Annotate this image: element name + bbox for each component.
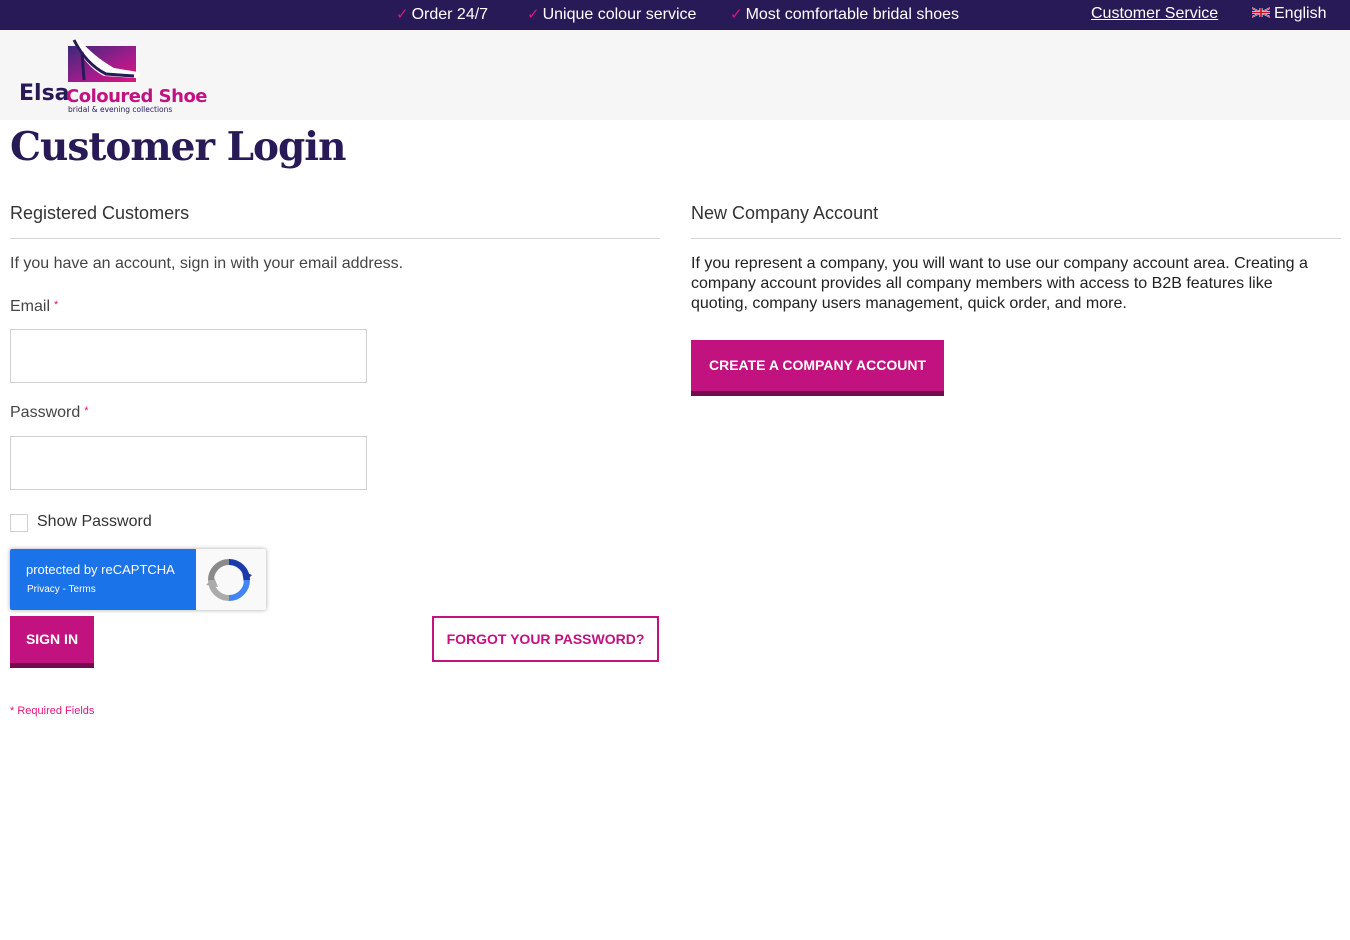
logo-tagline: bridal & evening collections [68,105,172,114]
divider [10,238,660,239]
forgot-password-button[interactable]: FORGOT YOUR PASSWORD? [432,616,659,662]
email-label-text: Email [10,298,51,315]
recaptcha-title-prefix: protected by [26,562,102,577]
recaptcha-logo-icon [206,559,252,601]
recaptcha-title: protected by reCAPTCHA [26,562,175,577]
recaptcha-terms-link[interactable]: Terms [69,584,96,595]
recaptcha-info-panel: protected by reCAPTCHA Privacy - Terms [10,549,196,610]
required-asterisk: * [84,405,89,417]
login-intro-text: If you have an account, sign in with you… [10,255,404,272]
logo-text-coloured-shoes: Coloured Shoes [66,86,208,107]
email-field[interactable] [10,329,367,383]
company-account-description: If you represent a company, you will wan… [691,255,1308,312]
logo-text-elsa: Elsa [19,81,70,106]
divider [691,238,1341,239]
uk-flag-icon [1252,7,1270,18]
recaptcha-link-separator: - [59,584,69,595]
password-field[interactable] [10,436,367,490]
usp-label: Order 24/7 [411,6,489,23]
check-icon: ✓ [730,6,743,23]
usp-item: ✓ Order 24/7 [396,5,488,24]
usp-label: Most comfortable bridal shoes [745,6,960,23]
usp-label: Unique colour service [542,6,697,23]
password-label-text: Password [10,404,81,421]
customer-service-link[interactable]: Customer Service [1091,5,1218,23]
show-password-label[interactable]: Show Password [37,513,152,531]
recaptcha-badge[interactable]: protected by reCAPTCHA Privacy - Terms [10,549,266,610]
password-label: Password * [10,404,89,422]
email-label: Email * [10,298,58,316]
show-password-checkbox[interactable] [10,514,28,532]
usp-item: ✓ Most comfortable bridal shoes [730,5,959,24]
elsa-logo[interactable]: Elsa Coloured Shoes bridal & evening col… [18,38,208,114]
sign-in-button[interactable]: Sign In [10,616,94,668]
create-company-account-button[interactable]: CREATE A COMPANY ACCOUNT [691,340,944,396]
recaptcha-title-brand: reCAPTCHA [101,562,175,577]
required-asterisk: * [54,299,59,311]
page-title: Customer Login [10,124,346,170]
registered-customers-title: Registered Customers [10,203,190,223]
recaptcha-links: Privacy - Terms [27,584,96,595]
language-switcher[interactable]: English [1252,5,1326,23]
check-icon: ✓ [527,6,540,23]
required-fields-note: * Required Fields [10,705,95,717]
top-bar: ✓ Order 24/7 ✓ Unique colour service ✓ Most… [0,0,1350,30]
language-label: English [1274,5,1327,22]
recaptcha-privacy-link[interactable]: Privacy [27,584,60,595]
usp-item: ✓ Unique colour service [527,5,696,24]
site-header: Elsa Coloured Shoes bridal & evening col… [0,30,1350,120]
new-company-account-title: New Company Account [691,203,879,223]
check-icon: ✓ [396,6,409,23]
